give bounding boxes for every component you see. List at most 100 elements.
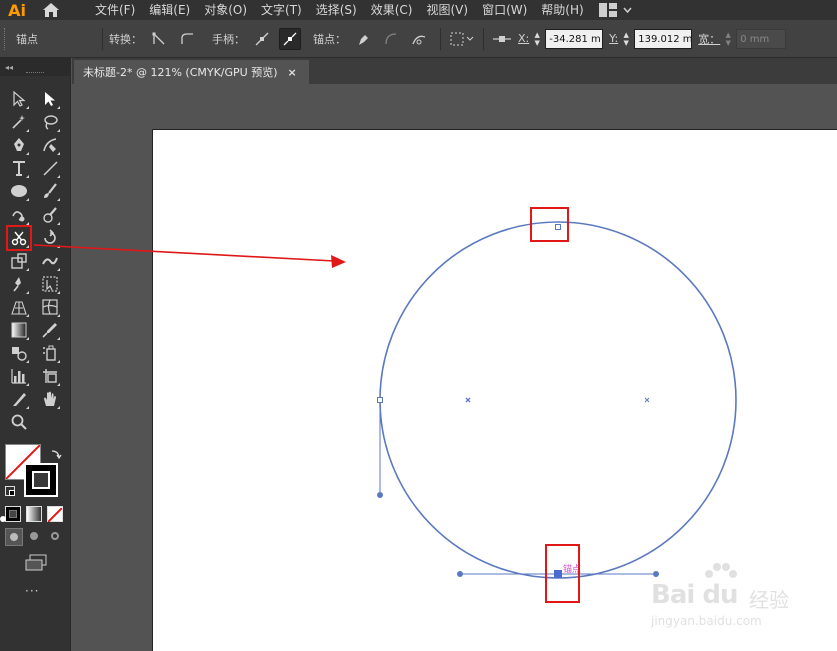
magic-wand-tool[interactable] <box>8 111 30 133</box>
width-field[interactable]: 0 mm <box>736 28 787 49</box>
direct-selection-tool[interactable] <box>39 88 61 110</box>
selection-tool[interactable] <box>8 88 30 110</box>
screen-mode-icon[interactable] <box>24 554 48 576</box>
tool-group-indicator <box>57 244 60 248</box>
blend-tool[interactable] <box>8 342 30 364</box>
control-bar-grip[interactable] <box>4 27 10 50</box>
y-stepper[interactable]: ▲ ▼ <box>621 29 631 49</box>
workspace-switcher[interactable] <box>599 0 632 20</box>
blob-brush-tool[interactable] <box>39 204 61 226</box>
tool-group-indicator <box>26 406 29 410</box>
rotate-tool[interactable] <box>39 227 61 249</box>
tool-group-indicator <box>26 360 29 364</box>
align-icon <box>493 35 511 42</box>
tool-group-indicator <box>57 267 60 271</box>
tool-group-indicator <box>26 221 29 225</box>
hide-handles-button[interactable] <box>279 27 301 50</box>
stroke-swatch[interactable] <box>24 463 58 497</box>
x-stepper[interactable]: ▲ ▼ <box>532 29 542 49</box>
symbol-sprayer-tool[interactable] <box>39 342 61 364</box>
scissors-tool[interactable] <box>6 224 32 251</box>
remove-anchor-button[interactable] <box>352 28 374 50</box>
draw-normal-icon[interactable] <box>5 528 23 546</box>
scale-tool[interactable] <box>8 250 30 272</box>
app-logo: Ai <box>8 0 26 20</box>
column-graph-tool[interactable] <box>8 365 30 387</box>
warp-tool[interactable] <box>39 250 61 272</box>
close-tab-icon[interactable]: × <box>288 66 297 79</box>
ellipse-tool[interactable] <box>8 180 30 202</box>
none-mode-icon[interactable] <box>47 506 63 523</box>
y-coordinate-field[interactable]: 139.012 m <box>634 28 693 49</box>
menu-help[interactable]: 帮助(H) <box>534 0 590 20</box>
menu-file[interactable]: 文件(F) <box>88 0 142 20</box>
tool-group-indicator <box>26 198 29 202</box>
tool-group-indicator <box>57 406 60 410</box>
convert-to-smooth-button[interactable] <box>176 28 198 50</box>
menu-window[interactable]: 窗口(W) <box>475 0 534 20</box>
show-handles-button[interactable] <box>251 28 273 50</box>
free-transform-tool[interactable] <box>39 273 61 295</box>
pen-tool[interactable] <box>8 134 30 156</box>
document-tab-bar: 未标题-2* @ 121% (CMYK/GPU 预览) × <box>72 58 837 84</box>
tool-group-indicator <box>26 244 29 248</box>
stroke-swatch-inner <box>32 471 50 489</box>
document-tab[interactable]: 未标题-2* @ 121% (CMYK/GPU 预览) × <box>74 60 309 84</box>
curvature-tool[interactable] <box>39 134 61 156</box>
menu-type[interactable]: 文字(T) <box>254 0 309 20</box>
tool-group-indicator <box>26 267 29 271</box>
convert-to-corner-button[interactable] <box>148 28 170 50</box>
type-tool[interactable] <box>8 157 30 179</box>
hide-handles-icon <box>283 32 297 45</box>
width-stepper[interactable]: ▲ ▼ <box>723 29 733 49</box>
tool-group-indicator <box>26 106 29 109</box>
slice-tool[interactable] <box>8 388 30 410</box>
shaper-tool[interactable] <box>8 204 30 226</box>
draw-inside-icon[interactable] <box>47 528 65 546</box>
menu-object[interactable]: 对象(O) <box>197 0 254 20</box>
gradient-mode-icon[interactable] <box>26 506 42 522</box>
menu-select[interactable]: 选择(S) <box>309 0 364 20</box>
color-mode-icon[interactable] <box>5 506 21 522</box>
y-label: Y: <box>609 32 619 45</box>
menu-effect[interactable]: 效果(C) <box>364 0 420 20</box>
artboard-tool[interactable] <box>39 365 61 387</box>
line-segment-tool[interactable] <box>39 157 61 179</box>
puppet-warp-tool[interactable] <box>8 273 30 295</box>
eyedropper-tool[interactable] <box>39 319 61 341</box>
swap-colors-icon[interactable] <box>50 445 62 464</box>
draw-behind-icon[interactable] <box>26 528 44 546</box>
mesh-tool[interactable] <box>39 296 61 318</box>
menu-bar: Ai 文件(F) 编辑(E) 对象(O) 文字(T) 选择(S) 效果(C) 视… <box>0 0 837 20</box>
align-anchor-button[interactable] <box>490 28 514 50</box>
tool-group-indicator <box>57 198 60 202</box>
cut-at-anchor-button[interactable] <box>408 28 430 50</box>
hand-tool[interactable] <box>39 388 61 410</box>
connect-anchors-button[interactable] <box>380 28 402 50</box>
tools-panel-grip[interactable] <box>26 72 44 74</box>
gradient-tool[interactable] <box>8 319 30 341</box>
pen-minus-icon <box>359 34 368 45</box>
zoom-icon <box>11 414 27 431</box>
x-label: X: <box>518 32 530 45</box>
edit-toolbar-button[interactable]: ··· <box>25 584 39 598</box>
menu-items: 文件(F) 编辑(E) 对象(O) 文字(T) 选择(S) 效果(C) 视图(V… <box>88 0 591 20</box>
lasso-tool[interactable] <box>39 111 61 133</box>
tool-group-indicator <box>26 337 29 340</box>
home-icon[interactable] <box>34 0 68 20</box>
tool-group-indicator <box>26 290 29 294</box>
paintbrush-tool[interactable] <box>39 180 61 202</box>
connect-path-icon <box>385 32 397 44</box>
menu-view[interactable]: 视图(V) <box>419 0 475 20</box>
document-tab-title: 未标题-2* @ 121% (CMYK/GPU 预览) <box>83 66 278 79</box>
select-similar-button[interactable] <box>447 28 477 50</box>
perspective-grid-tool[interactable] <box>8 296 30 318</box>
x-coordinate-field[interactable]: -34.281 m <box>545 28 604 49</box>
menu-edit[interactable]: 编辑(E) <box>142 0 197 20</box>
convert-corner-icon <box>152 31 165 44</box>
convert-smooth-icon <box>181 32 193 44</box>
zoom-tool[interactable] <box>8 411 30 433</box>
tool-group-indicator <box>57 106 60 109</box>
illustrator-window: Ai 文件(F) 编辑(E) 对象(O) 文字(T) 选择(S) 效果(C) 视… <box>0 0 837 651</box>
default-colors-icon[interactable] <box>5 486 15 496</box>
